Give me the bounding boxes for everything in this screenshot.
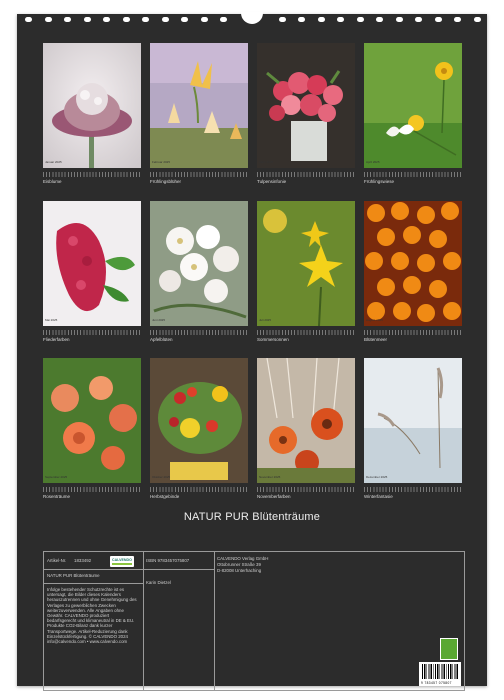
- binding-hole: [415, 17, 422, 22]
- article-label: Artikel-Nr.: [47, 558, 67, 563]
- month-caption: Tulpensinfonie: [257, 179, 287, 184]
- photo-winter-grass: Dezember 2025: [364, 358, 462, 483]
- photo-summer-sunflowers: Juli 2025: [257, 201, 355, 326]
- day-numbers: [43, 487, 141, 492]
- binding-hole: [278, 17, 286, 22]
- day-numbers: [150, 487, 248, 492]
- month-caption: Winterfantasie: [364, 494, 393, 499]
- info-column-publisher: CALVENDO Verlag GmbH Ottobrunner Straße …: [214, 552, 464, 690]
- day-numbers: [257, 487, 355, 492]
- info-column-isbn: ISBN 9783457075807 Karin Dietzel: [143, 552, 215, 690]
- binding-hole: [220, 17, 227, 22]
- publisher-city: D-82008 Unterhaching: [217, 568, 262, 573]
- month-caption: Blütenmeer: [364, 337, 388, 342]
- binding-hole: [161, 17, 169, 22]
- month-caption: Herbstgebinde: [150, 494, 180, 499]
- divider: [143, 569, 214, 570]
- month-date: März 2025: [259, 160, 274, 164]
- binding-hole: [103, 17, 110, 22]
- month-date: November 2025: [259, 475, 281, 479]
- binding-hole: [181, 17, 188, 22]
- binding-hole: [434, 17, 442, 22]
- binding-hole: [454, 17, 461, 22]
- month-date: April 2025: [366, 160, 380, 164]
- binding-hole: [473, 17, 481, 22]
- binding-hole: [317, 17, 325, 22]
- binding-hole: [64, 17, 71, 22]
- product-name: NATUR PUR Blütenträume: [47, 573, 100, 578]
- photo-butterfly-meadow: April 2025: [364, 43, 462, 168]
- day-numbers: [150, 330, 248, 335]
- photo-november-flowers: November 2025: [257, 358, 355, 483]
- day-numbers: [257, 330, 355, 335]
- barcode-digits: 9 783457 075807: [421, 681, 452, 685]
- month-caption: Frühlingswiese: [364, 179, 395, 184]
- month-date: Juni 2025: [152, 318, 166, 322]
- month-date: August 2025: [366, 318, 383, 322]
- photo-frosted-flower: Januar 2025: [43, 43, 141, 168]
- binding-hole: [337, 17, 344, 22]
- photo-lilac: Mai 2025: [43, 201, 141, 326]
- binding-hole: [395, 17, 403, 22]
- hanger-cutout: [241, 12, 263, 24]
- product-info-box: Artikel-Nr. 1833492 CALVENDO NATUR PUR B…: [43, 551, 465, 691]
- info-column-legal: Artikel-Nr. 1833492 CALVENDO NATUR PUR B…: [44, 552, 144, 690]
- month-date: September 2025: [45, 475, 68, 479]
- binding-hole: [298, 17, 305, 22]
- legal-text: Infolge bestehender Schutzrechte ist es …: [47, 587, 137, 645]
- day-numbers: [364, 330, 462, 335]
- month-date: Oktober 2025: [152, 475, 171, 479]
- binding-hole: [44, 17, 52, 22]
- isbn: ISBN 9783457075807: [146, 558, 190, 563]
- binding-hole: [142, 17, 149, 22]
- photo-apple-blossoms: Juni 2025: [150, 201, 248, 326]
- divider: [44, 569, 143, 570]
- calendar-back-cover: Januar 2025 Eisblume Februar 2025 Frühli…: [17, 12, 487, 691]
- photo-flower-sea: August 2025: [364, 201, 462, 326]
- binding-hole: [356, 17, 364, 22]
- photo-spring-tulips: Februar 2025: [150, 43, 248, 168]
- month-date: Januar 2025: [45, 160, 62, 164]
- day-numbers: [43, 172, 141, 177]
- month-caption: Fliederfarben: [43, 337, 70, 342]
- binding-hole: [122, 17, 130, 22]
- month-date: Februar 2025: [152, 160, 171, 164]
- photo-autumn-arrangement: Oktober 2025: [150, 358, 248, 483]
- month-caption: Novemberfarben: [257, 494, 291, 499]
- day-numbers: [257, 172, 355, 177]
- photo-roses: September 2025: [43, 358, 141, 483]
- climate-badge-icon: [440, 638, 458, 660]
- month-date: Juli 2025: [259, 318, 272, 322]
- binding-hole: [25, 17, 32, 22]
- photo-tulip-bouquet: März 2025: [257, 43, 355, 168]
- author: Karin Dietzel: [146, 580, 171, 585]
- binding-hole: [376, 17, 383, 22]
- month-caption: Rosenträume: [43, 494, 71, 499]
- publisher-street: Ottobrunner Straße 39: [217, 562, 261, 567]
- publisher-name: CALVENDO Verlag GmbH: [217, 556, 269, 561]
- binding-hole: [83, 17, 91, 22]
- month-date: Dezember 2025: [366, 475, 388, 479]
- calvendo-logo: CALVENDO: [110, 556, 134, 567]
- day-numbers: [150, 172, 248, 177]
- binding-hole: [200, 17, 208, 22]
- month-caption: Sommersonnen: [257, 337, 289, 342]
- month-caption: Frühlingsblüher: [150, 179, 182, 184]
- day-numbers: [364, 487, 462, 492]
- barcode: 9 783457 075807: [419, 662, 461, 686]
- month-caption: Eisblume: [43, 179, 62, 184]
- article-number: 1833492: [74, 558, 92, 563]
- day-numbers: [43, 330, 141, 335]
- barcode-bars: [422, 664, 458, 679]
- divider: [44, 583, 143, 584]
- month-caption: Apfelblüten: [150, 337, 173, 342]
- day-numbers: [364, 172, 462, 177]
- month-date: Mai 2025: [45, 318, 58, 322]
- calendar-title: NATUR PUR Blütenträume: [183, 511, 321, 523]
